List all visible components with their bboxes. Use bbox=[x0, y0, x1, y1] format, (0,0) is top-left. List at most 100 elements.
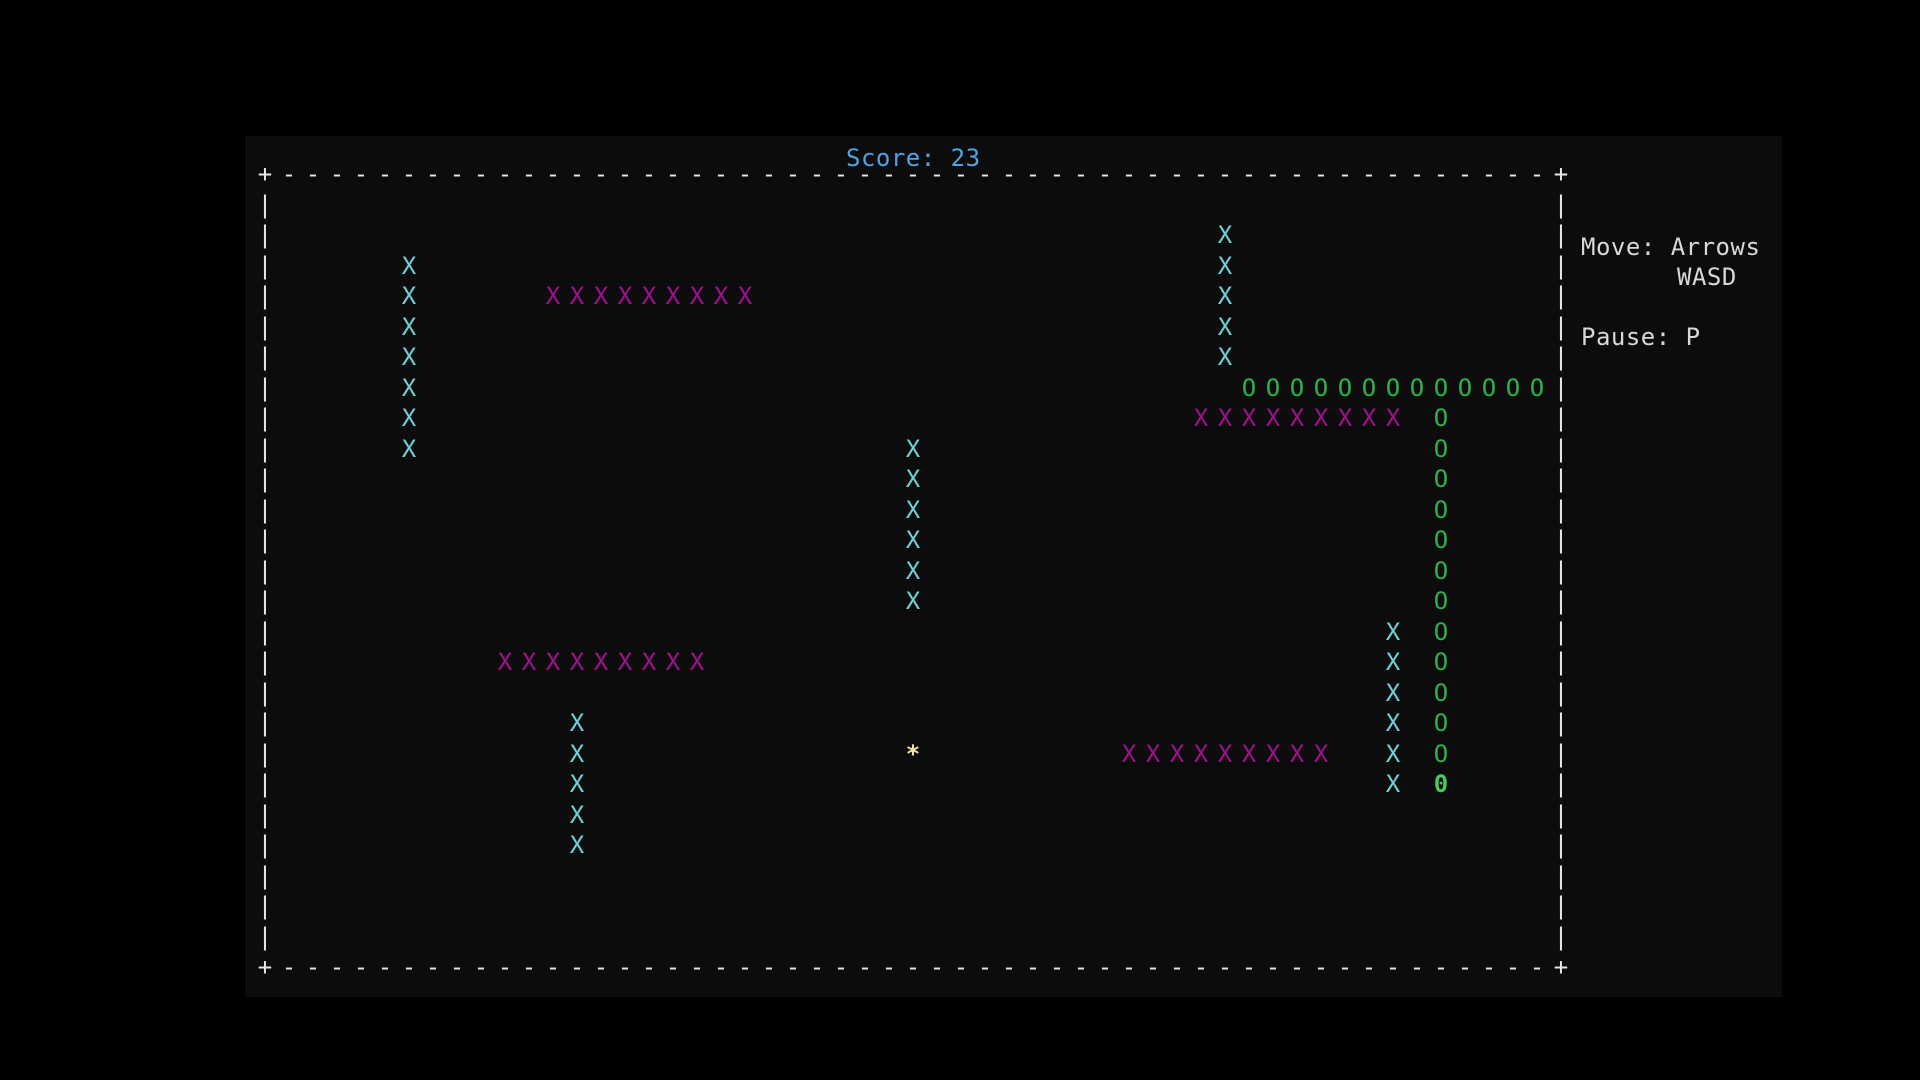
moving-wall-block: X bbox=[1313, 739, 1329, 768]
help-move-text: Move: Arrows bbox=[1581, 233, 1761, 261]
moving-wall-block: X bbox=[569, 282, 585, 310]
border-left: | bbox=[257, 861, 273, 890]
border-left: | bbox=[257, 617, 273, 646]
moving-wall-block: X bbox=[1265, 404, 1281, 432]
border-top: - bbox=[1529, 160, 1545, 188]
static-wall-block: X bbox=[1385, 739, 1401, 768]
border-bottom: - bbox=[1193, 953, 1209, 981]
moving-wall-block: X bbox=[641, 282, 657, 310]
border-left: | bbox=[257, 312, 273, 341]
snake-segment: O bbox=[1433, 465, 1449, 493]
border-left: | bbox=[257, 831, 273, 859]
moving-wall-block: X bbox=[689, 648, 705, 676]
moving-wall-block: X bbox=[1313, 404, 1329, 432]
border-right: | bbox=[1553, 251, 1569, 280]
moving-wall-block: X bbox=[617, 648, 633, 676]
border-bottom: - bbox=[1361, 953, 1377, 981]
border-bottom: - bbox=[593, 953, 609, 981]
border-top: - bbox=[593, 160, 609, 188]
border-bottom: - bbox=[1337, 953, 1353, 981]
moving-wall-block: X bbox=[545, 648, 561, 676]
static-wall-block: X bbox=[401, 312, 417, 341]
food-item: * bbox=[905, 739, 921, 768]
border-bottom: - bbox=[1025, 953, 1041, 981]
snake-segment: O bbox=[1433, 648, 1449, 676]
border-top: - bbox=[1217, 160, 1233, 188]
border-bottom: - bbox=[713, 953, 729, 981]
border-top: - bbox=[1505, 160, 1521, 188]
border-bottom: - bbox=[689, 953, 705, 981]
border-bottom: - bbox=[1145, 953, 1161, 981]
border-bottom: - bbox=[929, 953, 945, 981]
border-bottom: - bbox=[1433, 953, 1449, 981]
border-right: | bbox=[1553, 739, 1569, 768]
static-wall-block: X bbox=[905, 495, 921, 524]
border-right: | bbox=[1553, 587, 1569, 615]
border-top: - bbox=[569, 160, 585, 188]
border-left: | bbox=[257, 495, 273, 524]
snake-segment: O bbox=[1313, 373, 1329, 402]
border-top: - bbox=[785, 160, 801, 188]
border-corner: + bbox=[1553, 953, 1569, 981]
static-wall-block: X bbox=[1385, 709, 1401, 737]
border-top: - bbox=[1193, 160, 1209, 188]
border-top: - bbox=[905, 160, 921, 188]
moving-wall-block: X bbox=[1385, 404, 1401, 432]
border-top: - bbox=[449, 160, 465, 188]
snake-segment: O bbox=[1433, 739, 1449, 768]
static-wall-block: X bbox=[569, 770, 585, 798]
static-wall-block: X bbox=[569, 800, 585, 829]
border-bottom: - bbox=[641, 953, 657, 981]
border-right: | bbox=[1553, 800, 1569, 829]
border-left: | bbox=[257, 770, 273, 798]
border-left: | bbox=[257, 556, 273, 585]
snake-segment: O bbox=[1505, 373, 1521, 402]
border-top: - bbox=[1481, 160, 1497, 188]
moving-wall-block: X bbox=[1121, 739, 1137, 768]
static-wall-block: X bbox=[1385, 617, 1401, 646]
border-right: | bbox=[1553, 434, 1569, 463]
border-left: | bbox=[257, 892, 273, 920]
border-bottom: - bbox=[1169, 953, 1185, 981]
border-bottom: - bbox=[449, 953, 465, 981]
moving-wall-block: X bbox=[593, 282, 609, 310]
moving-wall-block: X bbox=[1145, 739, 1161, 768]
border-top: - bbox=[1049, 160, 1065, 188]
border-right: | bbox=[1553, 892, 1569, 920]
border-top: - bbox=[281, 160, 297, 188]
terminal-window: Score: 23 + + + + - - - - - - - - - - - - - - - - - - - - - - - - - -… bbox=[245, 136, 1782, 997]
border-right: | bbox=[1553, 312, 1569, 341]
border-left: | bbox=[257, 526, 273, 554]
moving-wall-block: X bbox=[665, 648, 681, 676]
border-top: - bbox=[1241, 160, 1257, 188]
border-top: - bbox=[953, 160, 969, 188]
moving-wall-block: X bbox=[641, 648, 657, 676]
border-bottom: - bbox=[1289, 953, 1305, 981]
border-left: | bbox=[257, 709, 273, 737]
border-bottom: - bbox=[329, 953, 345, 981]
static-wall-block: X bbox=[401, 343, 417, 371]
border-bottom: - bbox=[1049, 953, 1065, 981]
moving-wall-block: X bbox=[521, 648, 537, 676]
border-top: - bbox=[377, 160, 393, 188]
border-top: - bbox=[497, 160, 513, 188]
border-top: - bbox=[1265, 160, 1281, 188]
border-left: | bbox=[257, 739, 273, 768]
border-top: - bbox=[1025, 160, 1041, 188]
border-bottom: - bbox=[545, 953, 561, 981]
moving-wall-block: X bbox=[1289, 739, 1305, 768]
moving-wall-block: X bbox=[1193, 404, 1209, 432]
border-right: | bbox=[1553, 404, 1569, 432]
border-bottom: - bbox=[521, 953, 537, 981]
border-bottom: - bbox=[281, 953, 297, 981]
border-top: - bbox=[689, 160, 705, 188]
moving-wall-block: X bbox=[1193, 739, 1209, 768]
border-bottom: - bbox=[785, 953, 801, 981]
help-wasd-text: WASD bbox=[1677, 263, 1737, 291]
border-top: - bbox=[545, 160, 561, 188]
moving-wall-block: X bbox=[617, 282, 633, 310]
border-right: | bbox=[1553, 678, 1569, 707]
border-right: | bbox=[1553, 617, 1569, 646]
border-right: | bbox=[1553, 861, 1569, 890]
border-bottom: - bbox=[1529, 953, 1545, 981]
